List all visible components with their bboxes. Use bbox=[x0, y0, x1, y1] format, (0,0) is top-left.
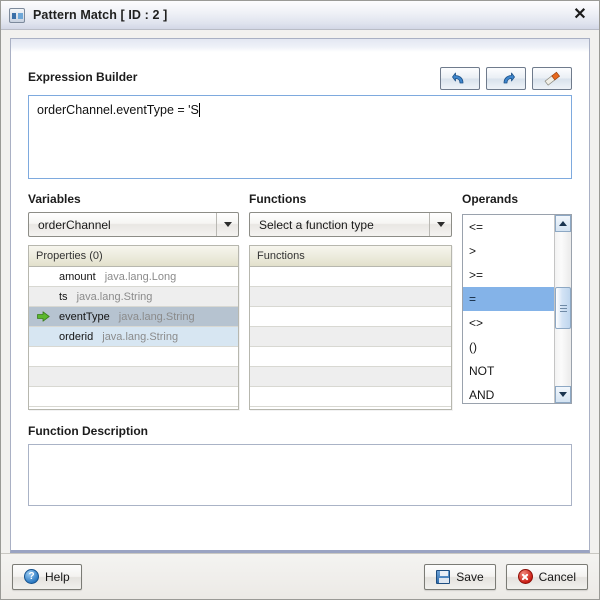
table-row[interactable] bbox=[250, 367, 451, 387]
dialog-body: Expression Builder bbox=[1, 30, 599, 553]
expression-builder-header: Expression Builder bbox=[28, 62, 572, 90]
grip-icon bbox=[560, 303, 567, 314]
operands-listbox[interactable]: <=>>==<>()NOTAND bbox=[462, 214, 572, 404]
scrollbar-track[interactable] bbox=[555, 232, 571, 386]
table-row[interactable]: amount java.lang.Long bbox=[29, 267, 238, 287]
pattern-match-icon bbox=[9, 8, 25, 23]
chevron-down-icon bbox=[429, 213, 451, 236]
operands-label: Operands bbox=[462, 192, 572, 206]
cancel-button[interactable]: Cancel bbox=[506, 564, 588, 590]
properties-table-header: Properties (0) bbox=[29, 246, 238, 267]
operands-scrollbar[interactable] bbox=[554, 215, 571, 403]
properties-table[interactable]: Properties (0) amountjava.lang.Longtsjav… bbox=[28, 245, 239, 410]
list-item[interactable]: () bbox=[463, 335, 554, 359]
list-item[interactable]: = bbox=[463, 287, 554, 311]
function-type-select-value: Select a function type bbox=[259, 218, 374, 232]
question-mark-icon: ? bbox=[24, 569, 39, 584]
list-item[interactable]: >= bbox=[463, 263, 554, 287]
property-name: eventType bbox=[59, 311, 110, 323]
function-description-section: Function Description bbox=[28, 424, 572, 506]
function-description-label: Function Description bbox=[28, 424, 572, 438]
save-button-label: Save bbox=[456, 570, 483, 584]
property-name: ts bbox=[59, 291, 68, 303]
footer-actions: Save Cancel bbox=[424, 564, 588, 590]
list-item[interactable]: AND bbox=[463, 383, 554, 403]
panel-top-band bbox=[11, 39, 589, 53]
undo-icon bbox=[452, 71, 469, 86]
operands-items: <=>>==<>()NOTAND bbox=[463, 215, 554, 403]
table-row[interactable]: ts java.lang.String bbox=[29, 287, 238, 307]
cancel-icon bbox=[518, 569, 533, 584]
property-name: amount bbox=[59, 271, 96, 283]
property-type: java.lang.Long bbox=[105, 271, 177, 283]
expression-input[interactable]: orderChannel.eventType = 'S bbox=[28, 95, 572, 179]
table-row[interactable] bbox=[250, 267, 451, 287]
expression-text: orderChannel.eventType = 'S bbox=[37, 103, 199, 117]
variables-select-value: orderChannel bbox=[38, 218, 111, 232]
eraser-icon bbox=[543, 71, 562, 86]
property-type: java.lang.String bbox=[119, 311, 195, 323]
list-item[interactable]: <= bbox=[463, 215, 554, 239]
scrollbar-thumb[interactable] bbox=[555, 287, 571, 329]
table-row[interactable] bbox=[29, 347, 238, 367]
table-row[interactable] bbox=[250, 347, 451, 367]
function-type-select[interactable]: Select a function type bbox=[249, 212, 452, 237]
operands-column: Operands <=>>==<>()NOTAND bbox=[462, 192, 572, 410]
pattern-match-dialog: Pattern Match [ ID : 2 ] ✕ Expression Bu… bbox=[0, 0, 600, 600]
list-item[interactable]: <> bbox=[463, 311, 554, 335]
list-item[interactable]: NOT bbox=[463, 359, 554, 383]
variables-select[interactable]: orderChannel bbox=[28, 212, 239, 237]
close-icon[interactable]: ✕ bbox=[570, 5, 590, 25]
property-name: orderid bbox=[59, 331, 93, 343]
variables-label: Variables bbox=[28, 192, 239, 206]
table-row[interactable] bbox=[250, 327, 451, 347]
functions-label: Functions bbox=[249, 192, 452, 206]
property-type: java.lang.String bbox=[77, 291, 153, 303]
panel-inner: Expression Builder bbox=[11, 53, 589, 550]
expression-builder-label: Expression Builder bbox=[28, 70, 137, 84]
variables-column: Variables orderChannel Properties (0) am… bbox=[28, 192, 239, 410]
chevron-down-icon bbox=[216, 213, 238, 236]
functions-table-header: Functions bbox=[250, 246, 451, 267]
expression-toolbar bbox=[440, 67, 572, 90]
redo-icon bbox=[498, 71, 515, 86]
window-title: Pattern Match [ ID : 2 ] bbox=[33, 8, 167, 22]
table-row[interactable] bbox=[250, 287, 451, 307]
functions-rows bbox=[250, 267, 451, 407]
functions-table[interactable]: Functions bbox=[249, 245, 452, 410]
redo-button[interactable] bbox=[486, 67, 526, 90]
scroll-up-icon[interactable] bbox=[555, 215, 571, 232]
clear-button[interactable] bbox=[532, 67, 572, 90]
properties-rows: amountjava.lang.Longtsjava.lang.Stringev… bbox=[29, 267, 238, 407]
table-row[interactable] bbox=[29, 367, 238, 387]
table-row[interactable]: orderid java.lang.String bbox=[29, 327, 238, 347]
save-button[interactable]: Save bbox=[424, 564, 495, 590]
table-row[interactable] bbox=[250, 307, 451, 327]
list-item[interactable]: > bbox=[463, 239, 554, 263]
content-panel: Expression Builder bbox=[10, 38, 590, 553]
functions-column: Functions Select a function type Functio… bbox=[249, 192, 452, 410]
table-row[interactable]: eventType java.lang.String bbox=[29, 307, 238, 327]
function-description-input[interactable] bbox=[28, 444, 572, 506]
text-caret bbox=[199, 103, 200, 117]
table-row[interactable] bbox=[250, 387, 451, 407]
floppy-disk-icon bbox=[436, 570, 450, 584]
selector-columns: Variables orderChannel Properties (0) am… bbox=[28, 192, 572, 410]
property-type: java.lang.String bbox=[102, 331, 178, 343]
cancel-button-label: Cancel bbox=[539, 570, 576, 584]
help-button[interactable]: ? Help bbox=[12, 564, 82, 590]
green-arrow-icon bbox=[37, 311, 59, 322]
undo-button[interactable] bbox=[440, 67, 480, 90]
help-button-label: Help bbox=[45, 570, 70, 584]
title-bar: Pattern Match [ ID : 2 ] ✕ bbox=[1, 1, 599, 30]
table-row[interactable] bbox=[29, 387, 238, 407]
dialog-footer: ? Help Save Cancel bbox=[1, 553, 599, 599]
scroll-down-icon[interactable] bbox=[555, 386, 571, 403]
